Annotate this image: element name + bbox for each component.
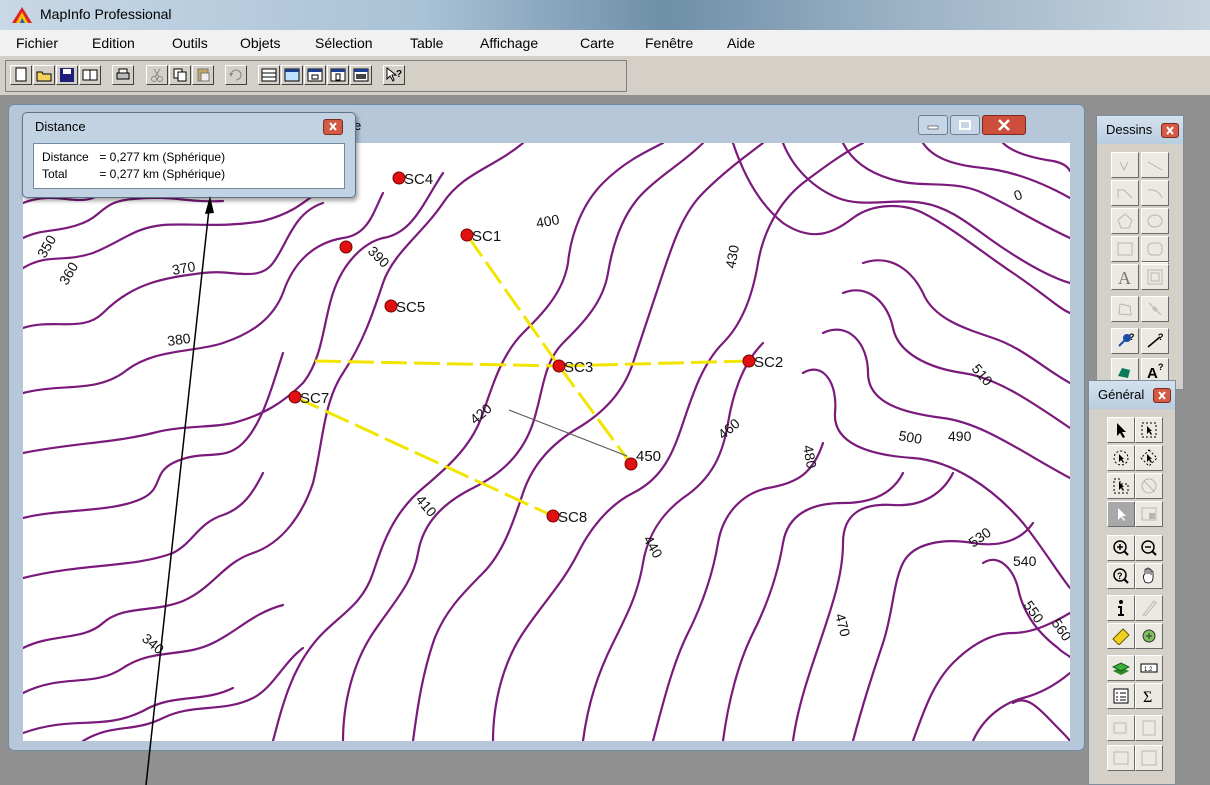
arc-icon [1147,189,1163,199]
drag-map-icon [1142,629,1156,643]
layout-tool[interactable] [1135,715,1163,741]
change-view-tool[interactable]: ? [1107,563,1135,589]
marquee-select-tool[interactable] [1135,417,1163,443]
annotation-arrow [145,196,214,785]
info-tool[interactable] [1107,595,1135,621]
unselect-all-tool[interactable] [1135,473,1163,499]
svg-text:1.2: 1.2 [1144,667,1153,673]
general-close-button[interactable] [1153,388,1171,403]
symbol-icon [1119,161,1129,172]
layer-control-tool[interactable] [1107,655,1135,681]
arrow-cursor-icon [1117,423,1126,438]
radius-select-icon [1113,450,1129,466]
general-title: Général [1098,387,1145,402]
unselect-icon [1141,478,1157,494]
zoom-in-icon [1113,540,1129,556]
dessins-title: Dessins [1106,122,1153,137]
zoom-out-icon [1141,540,1157,556]
ruler-icon: 1.2 [1140,663,1158,673]
close-icon [1158,391,1166,400]
svg-text:A: A [1147,365,1158,380]
grabber-tool[interactable] [1135,563,1163,589]
dessins-palette: Dessins A ? ? A? [1096,115,1184,390]
radius-select-tool[interactable] [1107,445,1135,471]
text-style-icon: A? [1147,362,1164,380]
ellipse-tool[interactable] [1141,208,1169,234]
hand-grabber-icon [1143,567,1154,584]
svg-text:A: A [1118,268,1131,286]
legend-icon [1113,688,1129,704]
add-node-tool[interactable] [1141,296,1169,322]
options-icon [1113,722,1127,734]
statistics-tool[interactable]: Σ [1135,683,1163,709]
line-style-icon: ? [1147,332,1164,348]
polygon-select-icon [1140,449,1158,467]
boundary-select-tool[interactable] [1107,473,1135,499]
frame-tool[interactable] [1141,264,1169,290]
text-tool[interactable]: A [1111,264,1139,290]
svg-text:?: ? [1129,332,1134,342]
label-tool[interactable] [1107,623,1135,649]
polyline-icon [1117,189,1133,199]
text-a-icon: A [1118,268,1131,286]
frame-icon [1147,269,1163,285]
rounded-rectangle-icon [1147,242,1163,256]
region-style-icon [1118,368,1130,378]
symbol-tool[interactable] [1111,152,1139,178]
select-tool[interactable] [1107,417,1135,443]
layout-icon [1142,720,1156,736]
reshape-tool[interactable] [1111,296,1139,322]
svg-text:?: ? [1158,362,1164,372]
rectangle-tool[interactable] [1111,236,1139,262]
invert-selection-icon [1141,507,1157,521]
ellipse-icon [1147,214,1163,228]
pushpin-style-icon: ? [1118,332,1134,347]
add-node-icon [1148,302,1162,316]
symbol-style-button[interactable]: ? [1111,328,1139,354]
svg-text:?: ? [1117,571,1123,581]
reshape-icon [1118,303,1132,316]
change-view-icon: ? [1113,568,1129,584]
zoom-out-tool[interactable] [1135,535,1163,561]
boundary-select-icon [1113,478,1129,494]
clip-region-icon [1113,751,1129,765]
line-tool[interactable] [1141,152,1169,178]
polygon-tool[interactable] [1111,208,1139,234]
svg-text:?: ? [1158,332,1164,342]
sigma-icon: Σ [1143,689,1152,705]
dessins-close-button[interactable] [1161,123,1179,138]
hotlink-icon [1141,600,1157,616]
svg-text:Σ: Σ [1143,689,1152,705]
info-icon [1118,600,1124,616]
label-tag-icon [1112,628,1130,645]
general-palette: Général ? 1.2 Σ [1088,380,1176,785]
rectangle-icon [1117,242,1133,256]
marquee-select-icon [1141,422,1157,438]
drag-map-tool[interactable] [1135,623,1163,649]
rounded-rectangle-tool[interactable] [1141,236,1169,262]
hotlink-tool[interactable] [1135,595,1163,621]
ruler-tool[interactable]: 1.2 [1135,655,1163,681]
hotlink-options-tool[interactable] [1107,715,1135,741]
invert-selection-tool[interactable] [1135,501,1163,527]
polyline-tool[interactable] [1111,180,1139,206]
clip-region-tool[interactable] [1107,745,1135,771]
line-style-button[interactable]: ? [1141,328,1169,354]
arc-tool[interactable] [1141,180,1169,206]
split-tool[interactable] [1135,745,1163,771]
polygon-select-tool[interactable] [1135,445,1163,471]
layers-icon [1112,662,1130,675]
polygon-icon [1117,213,1133,229]
legend-tool[interactable] [1107,683,1135,709]
zoom-in-tool[interactable] [1107,535,1135,561]
line-icon [1147,161,1163,171]
graph-select-icon [1118,508,1126,521]
graph-select-tool[interactable] [1107,501,1135,527]
split-icon [1141,750,1157,766]
close-icon [1166,126,1174,135]
